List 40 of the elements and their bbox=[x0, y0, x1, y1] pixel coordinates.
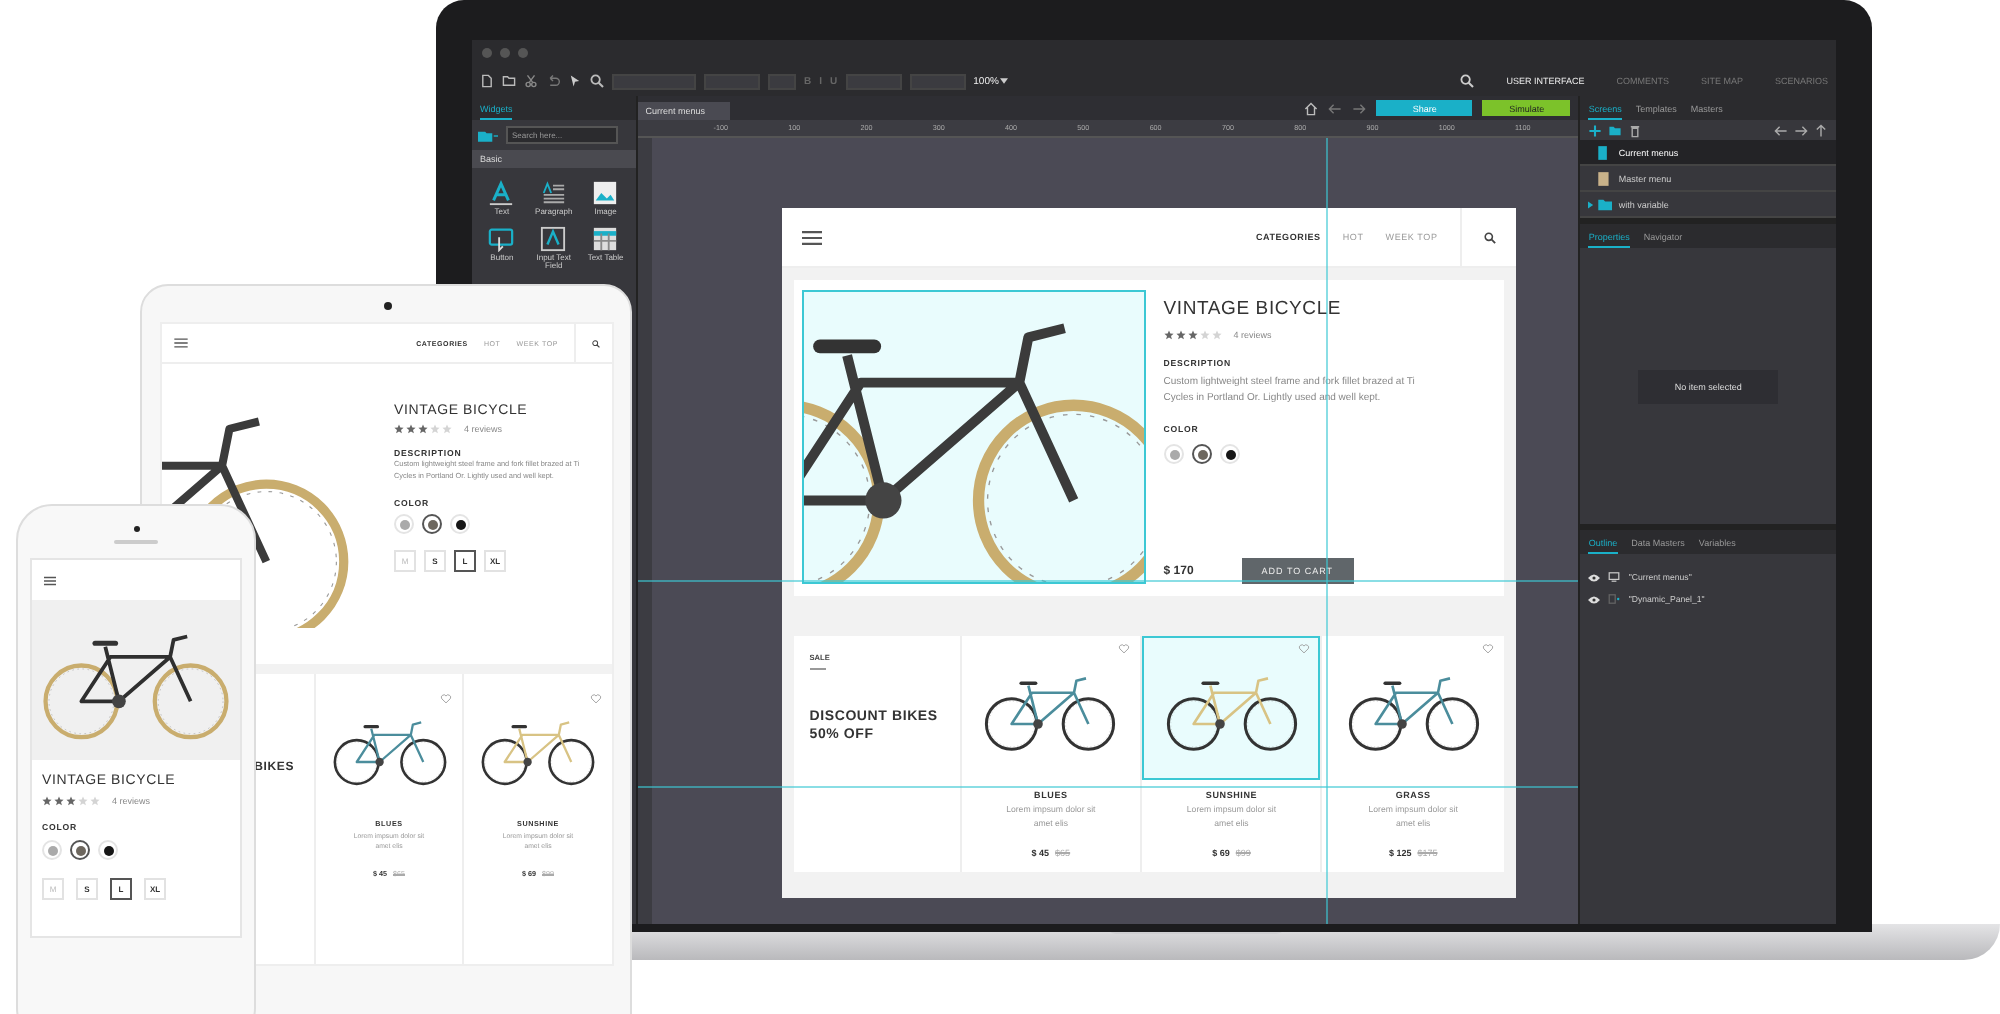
menu-icon[interactable] bbox=[174, 338, 188, 348]
file-icon[interactable] bbox=[480, 74, 494, 88]
paragraph-widget-icon bbox=[540, 180, 567, 206]
search-icon[interactable] bbox=[590, 74, 604, 88]
monitor-icon bbox=[1608, 572, 1621, 582]
color-swatch[interactable] bbox=[422, 513, 442, 534]
menu-icon[interactable] bbox=[801, 229, 822, 245]
home-icon[interactable] bbox=[1304, 101, 1319, 115]
pointer-icon[interactable] bbox=[568, 74, 582, 88]
back-arrow-icon[interactable] bbox=[1328, 101, 1343, 115]
color-swatch[interactable] bbox=[70, 840, 90, 860]
input-widget-icon bbox=[540, 225, 567, 252]
scissors-icon[interactable] bbox=[524, 74, 538, 88]
forward-arrow-icon[interactable] bbox=[1352, 101, 1367, 115]
search-icon[interactable] bbox=[1483, 231, 1496, 243]
trash-icon[interactable] bbox=[1628, 123, 1643, 137]
table-widget-icon bbox=[592, 225, 619, 252]
image-widget-icon bbox=[592, 180, 619, 206]
caret-icon[interactable] bbox=[1000, 78, 1009, 84]
right-arrow-icon[interactable] bbox=[1794, 123, 1808, 137]
folder-icon bbox=[1588, 197, 1613, 211]
search-icon[interactable] bbox=[592, 339, 600, 347]
dropdown-field[interactable] bbox=[612, 73, 696, 89]
button-widget-icon bbox=[488, 225, 515, 252]
color-swatch[interactable] bbox=[1191, 444, 1212, 464]
library-icon[interactable] bbox=[478, 129, 498, 141]
dropdown-field[interactable] bbox=[845, 73, 902, 89]
dropdown-field[interactable] bbox=[704, 73, 760, 89]
up-arrow-icon[interactable] bbox=[1814, 123, 1828, 137]
undo-icon[interactable] bbox=[546, 74, 560, 88]
left-arrow-icon[interactable] bbox=[1774, 123, 1788, 137]
dropdown-field[interactable] bbox=[909, 73, 966, 89]
menu-icon[interactable] bbox=[44, 575, 56, 585]
text-widget-icon bbox=[488, 180, 515, 206]
add-icon[interactable] bbox=[1588, 123, 1603, 137]
eye-icon[interactable] bbox=[1588, 595, 1601, 603]
eye-icon[interactable] bbox=[1588, 573, 1601, 581]
dropdown-field[interactable] bbox=[768, 73, 796, 89]
panel-icon bbox=[1608, 594, 1621, 604]
folder-icon[interactable] bbox=[502, 74, 516, 88]
